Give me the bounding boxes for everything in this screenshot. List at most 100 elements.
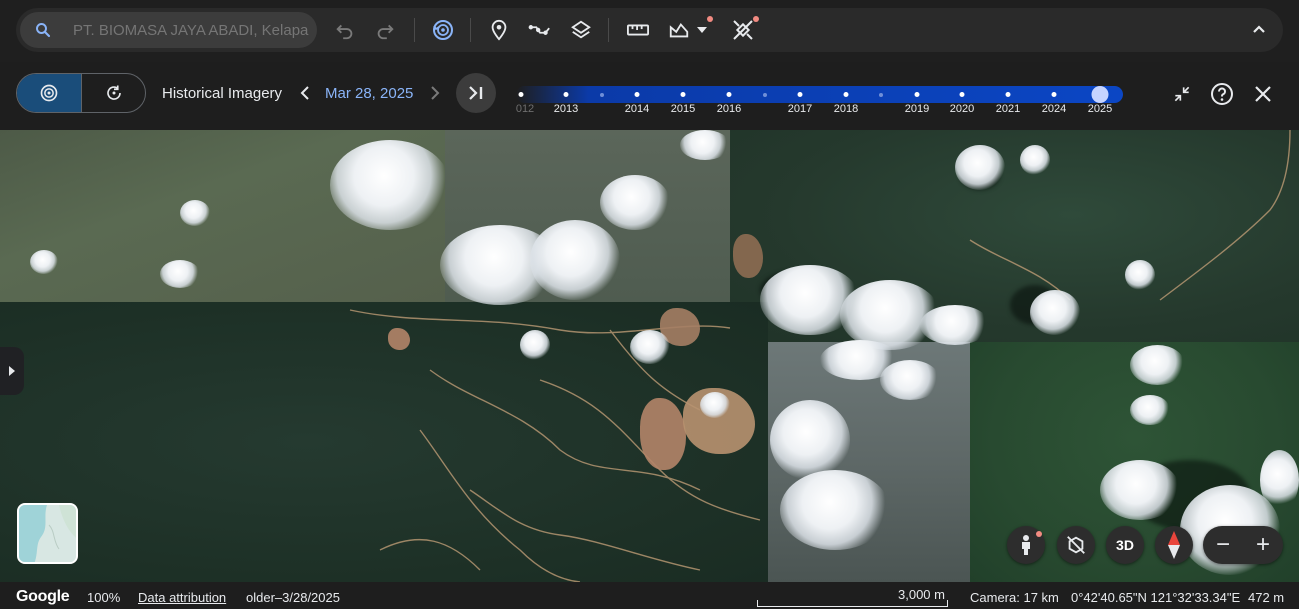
timeline-year-label[interactable]: 2021 [996, 103, 1020, 115]
timeline-year-label[interactable]: 2014 [625, 103, 649, 115]
timeline-year-label[interactable]: 2017 [788, 103, 812, 115]
timeline-tick[interactable] [634, 92, 640, 97]
minimize-icon [1174, 86, 1190, 102]
timeline-year-label[interactable]: 2018 [834, 103, 858, 115]
timeline-tick[interactable] [518, 92, 524, 97]
historical-imagery-icon [433, 20, 453, 40]
minimize-timeline-button[interactable] [1170, 82, 1194, 106]
timeline-tick[interactable] [879, 93, 883, 97]
time-mode-button[interactable] [82, 74, 145, 112]
cloud [600, 175, 670, 230]
imagery-timeline[interactable]: 012 2013 2014 2015 2016 2017 2018 2019 2020 2021 2… [516, 84, 1124, 124]
close-icon [1255, 86, 1271, 102]
timeline-tick[interactable] [563, 92, 569, 97]
cloud [920, 305, 990, 345]
current-imagery-date[interactable]: Mar 28, 2025 [325, 85, 413, 102]
cloud [1100, 460, 1180, 520]
imagery-mode-toggle [16, 73, 146, 113]
cloud [30, 250, 58, 274]
timeline-tick[interactable] [1005, 92, 1011, 97]
measure-button[interactable] [624, 16, 652, 44]
zoom-controls: − + [1203, 526, 1283, 564]
measure-icon [627, 24, 649, 36]
undo-button[interactable] [331, 16, 359, 44]
cloud [1260, 450, 1299, 510]
timeline-tick[interactable] [914, 92, 920, 97]
compass-button[interactable] [1155, 526, 1193, 564]
redo-button[interactable] [371, 16, 399, 44]
elevation-profile-icon [669, 22, 689, 38]
open-side-panel-button[interactable] [0, 347, 24, 395]
cloud [180, 200, 210, 226]
timeline-year-label[interactable]: 2019 [905, 103, 929, 115]
data-attribution-link[interactable]: Data attribution [138, 590, 226, 605]
toggle-3d-button[interactable]: 3D [1106, 526, 1144, 564]
timeline-tick[interactable] [600, 93, 604, 97]
timeline-track[interactable] [516, 86, 1123, 103]
cloud [770, 400, 850, 480]
timeline-year-label[interactable]: 2024 [1042, 103, 1066, 115]
skip-to-end-icon [469, 86, 483, 100]
search-box[interactable] [20, 12, 317, 48]
zoom-in-button[interactable]: + [1243, 526, 1283, 564]
collapse-toolbar-button[interactable] [1245, 16, 1273, 44]
search-input[interactable] [73, 12, 313, 48]
add-placemark-button[interactable] [485, 16, 513, 44]
timeline-year-label[interactable]: 2025 [1088, 103, 1112, 115]
land-clearing [388, 328, 410, 350]
elevation-dropdown-button[interactable] [692, 16, 712, 44]
search-icon[interactable] [34, 21, 52, 39]
cloud [700, 392, 730, 418]
historical-imagery-button[interactable] [429, 16, 457, 44]
timeline-selected-handle[interactable] [1091, 86, 1109, 103]
timeline-year-label[interactable]: 012 [516, 103, 534, 115]
help-button[interactable] [1210, 82, 1234, 106]
zoom-percent: 100% [87, 590, 121, 605]
elevation: 472 m [1248, 590, 1285, 605]
scale-bar: 3,000 m [757, 584, 948, 607]
satellite-map-view[interactable]: 3D − + [0, 130, 1299, 582]
earth-app: Historical Imagery Mar 28, 2025 012 2013 2… [0, 0, 1299, 609]
layers-button[interactable] [567, 16, 595, 44]
chevron-left-icon [300, 86, 309, 100]
timeline-year-label[interactable]: 2015 [671, 103, 695, 115]
elevation-profile-button[interactable] [665, 16, 693, 44]
cloud [330, 140, 450, 230]
timeline-year-label[interactable]: 2013 [554, 103, 578, 115]
historical-imagery-icon [40, 84, 58, 102]
previous-date-button[interactable] [296, 83, 314, 103]
timeline-tick[interactable] [797, 92, 803, 97]
timeline-tick[interactable] [1051, 92, 1057, 97]
cloud [160, 260, 200, 288]
status-bar: Google 100% Data attribution older–3/28/… [0, 582, 1299, 609]
timeline-tick[interactable] [763, 93, 767, 97]
next-date-button[interactable] [426, 83, 444, 103]
chevron-right-icon [9, 366, 15, 376]
help-icon [1211, 83, 1233, 105]
draw-path-button[interactable] [526, 16, 554, 44]
imagery-date-range: older–3/28/2025 [246, 590, 340, 605]
close-historical-button[interactable] [1251, 82, 1275, 106]
scale-line [757, 600, 948, 607]
cloud [1030, 290, 1080, 335]
historical-mode-button[interactable] [17, 74, 82, 112]
timeline-year-label[interactable]: 2020 [950, 103, 974, 115]
undo-icon [336, 24, 353, 40]
coordinates: 0°42'40.65"N 121°32'33.34"E [1071, 590, 1241, 605]
layers-icon [571, 20, 591, 39]
timeline-tick[interactable] [959, 92, 965, 97]
jump-to-latest-button[interactable] [456, 73, 496, 113]
pegman-icon [1022, 535, 1030, 555]
timeline-year-label[interactable]: 2016 [717, 103, 741, 115]
reset-tilt-button[interactable] [1057, 526, 1095, 564]
cloud [955, 145, 1005, 190]
satellite-tools-icon [733, 20, 753, 40]
timeline-tick[interactable] [680, 92, 686, 97]
zoom-out-button[interactable]: − [1203, 526, 1243, 564]
timeline-tick[interactable] [843, 92, 849, 97]
toolbar-divider [608, 18, 609, 42]
timeline-tick[interactable] [726, 92, 732, 97]
overview-minimap[interactable] [17, 503, 78, 564]
historical-imagery-bar: Historical Imagery Mar 28, 2025 012 2013 2… [0, 62, 1299, 130]
land-clearing [733, 234, 763, 278]
